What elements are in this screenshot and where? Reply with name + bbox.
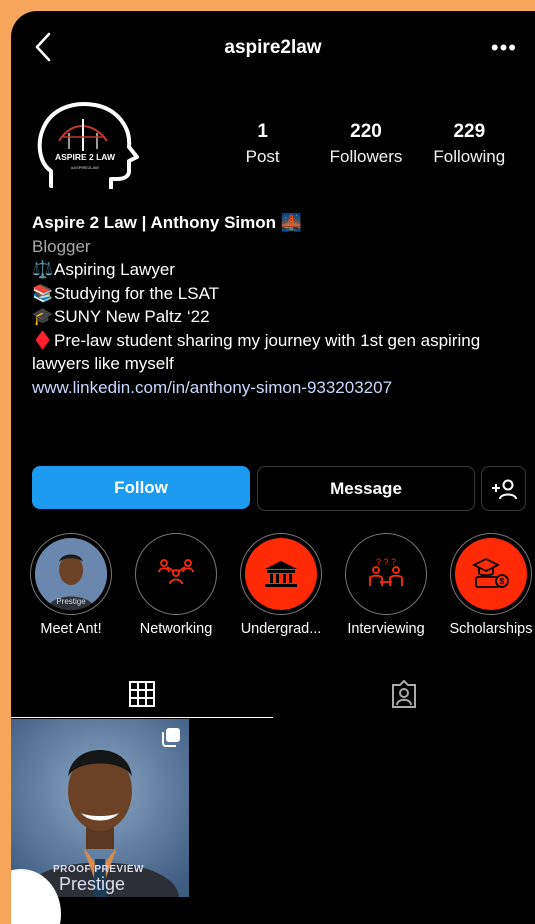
highlight-cover [245,538,317,610]
stat-following-value: 229 [453,121,486,142]
highlight-scholarships[interactable]: $ Scholarships [439,533,535,637]
bio-line-text: Pre-law student sharing my journey with … [32,330,481,374]
tagged-person-icon [392,680,416,708]
bio-line-text: Aspiring Lawyer [54,260,175,279]
add-user-icon [491,479,517,499]
bio-line: ♦️Pre-law student sharing my journey wit… [32,329,522,376]
highlight-label: Interviewing [347,621,425,637]
stat-following-label: Following [433,147,506,166]
svg-text:? ? ?: ? ? ? [376,557,396,567]
profile-category: Blogger [32,236,91,256]
photo-watermark: Prestige [56,597,86,606]
tab-posts-grid[interactable] [11,671,273,718]
highlight-interviewing[interactable]: ? ? ? Interviewing [334,533,438,637]
tab-tagged[interactable] [273,671,535,717]
profile-avatar[interactable]: ASPIRE 2 LAW #ASPIRE2LAW [33,93,143,203]
books-icon: 📚 [32,283,54,303]
highlight-cover [140,538,212,610]
story-highlights: Prestige Meet Ant! Networking Undergrad.… [11,533,535,653]
highlight-cover: $ [455,538,527,610]
bio-line: ⚖️Aspiring Lawyer [32,258,522,282]
post-watermark-bottom: Prestige [59,874,126,894]
stat-posts-label: Post [245,147,280,166]
more-horizontal-icon: ••• [490,35,517,60]
photo-avatar: Prestige [35,538,107,610]
university-building-icon [265,561,297,587]
scholarship-icon: $ [472,557,509,588]
message-button[interactable]: Message [257,466,475,511]
interview-icon: ? ? ? [369,557,403,586]
highlight-ring: Prestige [30,533,112,615]
profile-tabs [11,671,535,718]
highlight-label: Scholarships [449,621,533,637]
profile-stats: 1 Post 220 Followers 229 Following [211,121,521,181]
stat-following[interactable]: 229 Following [418,121,521,181]
person-photo: Prestige [35,538,107,610]
more-options-button[interactable]: ••• [491,35,517,61]
grid-icon [129,681,155,707]
bio-line: 📚Studying for the LSAT [32,282,522,306]
network-people-icon [158,559,194,585]
stat-followers-value: 220 [350,121,382,142]
stat-followers[interactable]: 220 Followers [314,121,417,181]
suggested-users-button[interactable] [481,466,526,511]
highlight-label: Meet Ant! [40,621,102,637]
stat-posts[interactable]: 1 Post [211,121,314,181]
logo-subtext: #ASPIRE2LAW [71,165,99,170]
bio-line: 🎓SUNY New Paltz ‘22 [32,305,522,329]
highlight-undergrad[interactable]: Undergrad... [229,533,333,637]
highlight-networking[interactable]: Networking [124,533,228,637]
bio-line-text: SUNY New Paltz ‘22 [54,307,210,326]
highlight-label: Undergrad... [240,621,322,637]
highlight-ring [135,533,217,615]
highlight-ring: $ [450,533,532,615]
highlight-ring [240,533,322,615]
stat-posts-value: 1 [257,121,268,142]
highlight-meet-ant[interactable]: Prestige Meet Ant! [19,533,123,637]
post-thumbnail[interactable]: PROOF PREVIEW Prestige [11,719,189,897]
profile-display-name: Aspire 2 Law | Anthony Simon 🌉 [32,213,302,232]
highlight-cover: ? ? ? [350,538,422,610]
svg-text:$: $ [500,577,505,586]
top-bar: aspire2law ••• [11,11,535,85]
bio-line-text: Studying for the LSAT [54,283,220,303]
highlight-label: Networking [139,621,213,637]
profile-screen: aspire2law ••• ASPIRE 2 LAW #ASPIRE2LAW … [11,11,535,924]
scales-icon: ⚖️ [32,260,54,279]
profile-website-link[interactable]: www.linkedin.com/in/anthony-simon-933203… [32,376,522,400]
aspire-2-law-logo: ASPIRE 2 LAW #ASPIRE2LAW [33,93,143,203]
follow-button[interactable]: Follow [32,466,250,509]
profile-bio: Aspire 2 Law | Anthony Simon 🌉 Blogger ⚖… [32,211,522,399]
graduation-cap-icon: 🎓 [32,307,54,326]
profile-username: aspire2law [224,37,322,58]
logo-text: ASPIRE 2 LAW [55,152,116,162]
highlight-ring: ? ? ? [345,533,427,615]
multiple-photos-icon [161,727,181,752]
stat-followers-label: Followers [329,147,403,166]
red-diamond-icon: ♦️ [32,330,54,350]
